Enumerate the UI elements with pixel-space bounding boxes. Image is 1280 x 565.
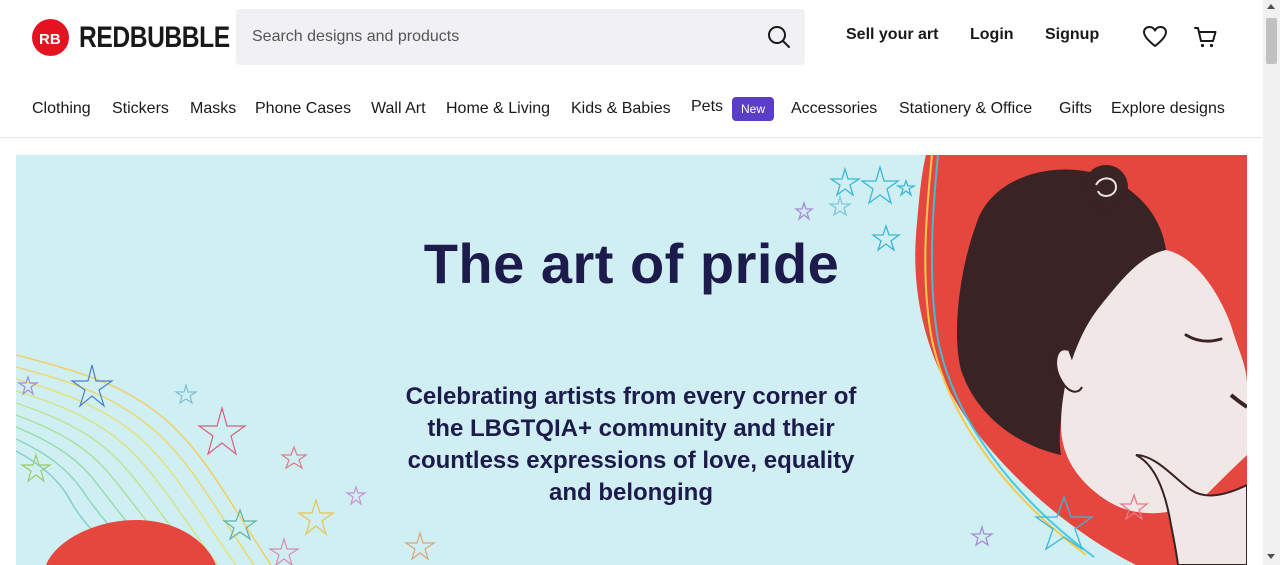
search-input[interactable] bbox=[236, 9, 756, 65]
heart-icon[interactable] bbox=[1142, 24, 1168, 50]
login-link[interactable]: Login bbox=[970, 26, 1014, 44]
nav-gifts[interactable]: Gifts bbox=[1059, 100, 1092, 118]
pets-new-badge: New bbox=[732, 97, 774, 121]
cart-icon[interactable] bbox=[1193, 24, 1219, 50]
nav-accessories[interactable]: Accessories bbox=[791, 100, 877, 118]
svg-text:RB: RB bbox=[39, 31, 61, 46]
hero-banner[interactable]: The art of pride Celebrating artists fro… bbox=[16, 155, 1247, 565]
redbubble-logo[interactable]: RB REDBUBBLE bbox=[32, 19, 263, 56]
nav-phone-cases[interactable]: Phone Cases bbox=[255, 100, 351, 118]
search-bar bbox=[236, 9, 805, 65]
logo-mark-icon: RB bbox=[32, 19, 69, 56]
page-scrollbar[interactable] bbox=[1263, 0, 1280, 565]
hero-title: The art of pride bbox=[423, 232, 840, 295]
logo-wordmark: REDBUBBLE bbox=[79, 20, 230, 54]
scroll-down-arrow-icon[interactable] bbox=[1267, 554, 1275, 559]
site-header: RB REDBUBBLE Sell your art Login Signup bbox=[0, 0, 1262, 74]
nav-kids-babies[interactable]: Kids & Babies bbox=[571, 100, 671, 118]
scrollbar-thumb[interactable] bbox=[1266, 18, 1277, 64]
nav-divider bbox=[0, 137, 1262, 138]
scroll-up-arrow-icon[interactable] bbox=[1267, 4, 1275, 9]
nav-wall-art[interactable]: Wall Art bbox=[371, 100, 426, 118]
nav-home-living[interactable]: Home & Living bbox=[446, 100, 550, 118]
nav-stickers[interactable]: Stickers bbox=[112, 100, 169, 118]
nav-masks[interactable]: Masks bbox=[190, 100, 236, 118]
hero-subtitle: Celebrating artists from every corner of… bbox=[405, 383, 857, 506]
nav-stationery-office[interactable]: Stationery & Office bbox=[899, 100, 1032, 118]
search-icon[interactable] bbox=[767, 25, 791, 49]
nav-pets[interactable]: Pets bbox=[691, 98, 723, 116]
nav-explore-designs[interactable]: Explore designs bbox=[1111, 100, 1225, 118]
signup-link[interactable]: Signup bbox=[1045, 26, 1099, 44]
sell-your-art-link[interactable]: Sell your art bbox=[846, 26, 938, 44]
category-nav: Clothing Stickers Masks Phone Cases Wall… bbox=[0, 88, 1262, 130]
nav-clothing[interactable]: Clothing bbox=[32, 100, 91, 118]
